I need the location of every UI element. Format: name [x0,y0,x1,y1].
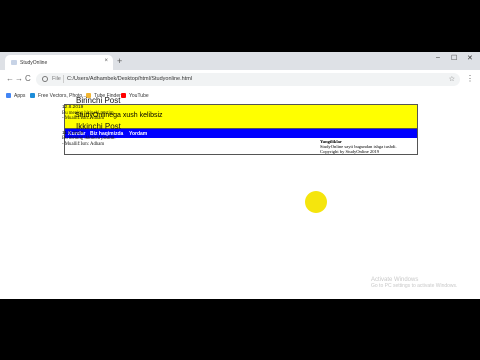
activation-watermark: Activate Windows Go to PC settings to ac… [371,277,457,289]
news-sidebar: Yangiliklar StudyOnline sayti bugundan i… [320,139,415,155]
browser-menu-icon[interactable]: ⋮ [466,74,474,83]
close-window-button[interactable]: ✕ [467,54,473,62]
bookmark-label: Apps [14,93,26,99]
address-divider [63,75,64,83]
post: Ikkinchi Post 11.8.2019 Bu mening ikkinc… [62,122,242,148]
tab-title: StudyOnline [20,60,48,66]
reload-button[interactable]: C [25,74,31,83]
bookmark-apps[interactable]: Apps [6,93,25,99]
close-tab-icon[interactable]: × [104,58,108,64]
forward-button[interactable]: → [15,74,23,83]
tab-bar: StudyOnline × + – ☐ ✕ [0,52,480,70]
free-vectors-icon [30,93,35,98]
apps-grid-icon [6,93,11,98]
new-tab-button[interactable]: + [117,55,122,67]
post: Birinchi Post 12.8.2019 Bu mening birinc… [62,96,242,122]
address-bar[interactable]: File C:/Users/Adhambek/Desktop/html/Stud… [36,73,460,86]
tab-studyonline[interactable]: StudyOnline × [5,55,113,70]
maximize-window-button[interactable]: ☐ [451,54,457,62]
post-author: - Muallif:Ism: Adham [62,141,105,147]
watermark-subtitle: Go to PC settings to activate Windows. [371,283,458,289]
address-url[interactable]: C:/Users/Adhambek/Desktop/html/Studyonli… [67,76,192,82]
back-button[interactable]: ← [6,74,14,83]
posts-list: Birinchi Post 12.8.2019 Bu mening birinc… [62,96,242,147]
browser-toolbar: ← → C File C:/Users/Adhambek/Desktop/htm… [0,70,480,91]
bookmark-star-icon[interactable]: ☆ [449,75,455,83]
cursor-highlight [305,191,327,213]
post-title: Ikkinchi Post [76,121,121,131]
post-title: Birinchi Post [76,96,121,105]
browser-window: StudyOnline × + – ☐ ✕ ← → C File C:/User… [0,52,480,299]
site-info-icon[interactable] [42,76,48,82]
minimize-window-button[interactable]: – [436,54,440,61]
sidebar-copyright: Copyright by StudyOnline 2019 [320,149,380,155]
address-scheme: File [52,76,61,82]
page-favicon-icon [11,60,17,65]
